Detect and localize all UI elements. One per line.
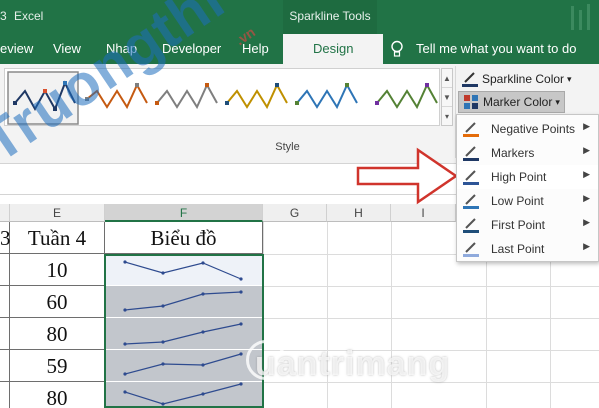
column-header-d[interactable] xyxy=(0,204,10,222)
pen-icon xyxy=(463,242,479,257)
menu-item-last-point[interactable]: Last Point ▶ xyxy=(457,237,598,261)
sparkline-chart xyxy=(123,322,243,346)
sparkline-color-label: Sparkline Color xyxy=(482,72,565,86)
marker-color-button[interactable]: Marker Color ▾ xyxy=(458,91,565,113)
color-bar xyxy=(463,158,479,161)
menu-item-label: First Point xyxy=(491,218,546,232)
title-partial-text: 3 xyxy=(0,9,7,23)
gallery-up-icon[interactable]: ▲ xyxy=(442,69,452,88)
cell-d-row[interactable] xyxy=(0,350,10,382)
cell-d-row[interactable] xyxy=(0,382,10,408)
menu-item-markers[interactable]: Markers ▶ xyxy=(457,141,598,165)
column-header-h[interactable]: H xyxy=(327,204,391,222)
menu-item-high-point[interactable]: High Point ▶ xyxy=(457,165,598,189)
gallery-down-icon[interactable]: ▼ xyxy=(442,88,452,107)
gallery-scroll-buttons[interactable]: ▲ ▼ ▾ xyxy=(441,68,453,126)
sheet-right-area[interactable] xyxy=(456,262,599,408)
marker-color-label: Marker Color xyxy=(483,95,553,109)
sparkline-cell[interactable] xyxy=(105,350,263,382)
lightbulb-icon xyxy=(391,40,403,57)
menu-item-label: Last Point xyxy=(491,242,545,256)
app-title: Excel xyxy=(14,9,44,23)
tab-review[interactable]: eview xyxy=(0,41,33,56)
pen-icon xyxy=(463,194,479,209)
sparkline-color-dropdown-icon: ▾ xyxy=(567,73,572,84)
submenu-arrow-icon: ▶ xyxy=(583,145,590,155)
sparkline-tools-context: Sparkline Tools xyxy=(283,0,377,34)
menu-item-low-point[interactable]: Low Point ▶ xyxy=(457,189,598,213)
style-thumb-5 xyxy=(296,82,358,110)
cell-f-header[interactable]: Biểu đồ xyxy=(105,222,263,254)
submenu-arrow-icon: ▶ xyxy=(583,217,590,227)
tab-design[interactable]: Design xyxy=(283,34,384,64)
column-header-g[interactable]: G xyxy=(263,204,327,222)
pen-icon xyxy=(463,122,479,137)
cell-e-value[interactable]: 80 xyxy=(10,382,105,408)
title-bar: 3 Excel Sparkline Tools xyxy=(0,0,599,34)
grid-line xyxy=(263,254,456,255)
cell-e-header[interactable]: Tuần 4 xyxy=(10,222,105,254)
cell-e-value[interactable]: 10 xyxy=(10,254,105,286)
sparkline-chart xyxy=(123,382,243,406)
pen-icon xyxy=(463,170,479,185)
tell-me-search[interactable]: Tell me what you want to do xyxy=(416,41,576,56)
color-bar xyxy=(463,134,479,137)
watermark-right: uantrimang xyxy=(255,345,451,383)
sparkline-cell[interactable] xyxy=(105,254,263,286)
style-thumb-6 xyxy=(376,82,438,110)
grid-line xyxy=(263,318,456,319)
submenu-arrow-icon: ▶ xyxy=(583,193,590,203)
menu-item-label: Markers xyxy=(491,146,535,160)
sparkline-color-icon xyxy=(462,72,478,87)
cell-d-row[interactable] xyxy=(0,318,10,350)
pen-icon xyxy=(463,146,479,161)
marker-color-icon xyxy=(464,95,478,109)
callout-arrow xyxy=(356,147,459,205)
menu-item-label: High Point xyxy=(491,170,547,184)
marker-color-dropdown-icon: ▾ xyxy=(555,96,560,107)
column-header-e[interactable]: E xyxy=(10,204,105,222)
style-thumb-4 xyxy=(226,82,288,110)
menu-item-label: Low Point xyxy=(491,194,544,208)
cell-d-row[interactable] xyxy=(0,286,10,318)
color-bar xyxy=(463,182,479,185)
sparkline-color-button[interactable]: Sparkline Color ▾ xyxy=(458,68,576,90)
sparkline-chart xyxy=(123,352,243,376)
cell-e-value[interactable]: 60 xyxy=(10,286,105,318)
marker-color-menu: Negative Points ▶ Markers ▶ High Point ▶… xyxy=(456,114,599,262)
submenu-arrow-icon: ▶ xyxy=(583,241,590,251)
decorative-art-icon xyxy=(571,4,590,30)
sparkline-cell[interactable] xyxy=(105,318,263,350)
style-thumb-3 xyxy=(156,82,218,110)
submenu-arrow-icon: ▶ xyxy=(583,121,590,131)
menu-item-negative-points[interactable]: Negative Points ▶ xyxy=(457,117,598,141)
menu-item-first-point[interactable]: First Point ▶ xyxy=(457,213,598,237)
grid-line xyxy=(263,286,456,287)
color-bar xyxy=(463,230,479,233)
menu-item-label: Negative Points xyxy=(491,122,576,136)
sparkline-chart xyxy=(123,260,243,281)
cell-e-value[interactable]: 80 xyxy=(10,318,105,350)
column-header-f[interactable]: F xyxy=(105,204,263,222)
sparkline-chart xyxy=(123,290,243,312)
pen-icon xyxy=(463,218,479,233)
submenu-arrow-icon: ▶ xyxy=(583,169,590,179)
color-bar xyxy=(463,254,479,257)
cell-e-value[interactable]: 59 xyxy=(10,350,105,382)
sparkline-cell[interactable] xyxy=(105,382,263,408)
sparkline-cell[interactable] xyxy=(105,286,263,318)
color-bar xyxy=(463,206,479,209)
cell-d-row[interactable] xyxy=(0,254,10,286)
gallery-more-icon[interactable]: ▾ xyxy=(442,107,452,126)
cell-d-header[interactable]: 3 xyxy=(0,222,11,254)
column-header-i[interactable]: I xyxy=(391,204,456,222)
